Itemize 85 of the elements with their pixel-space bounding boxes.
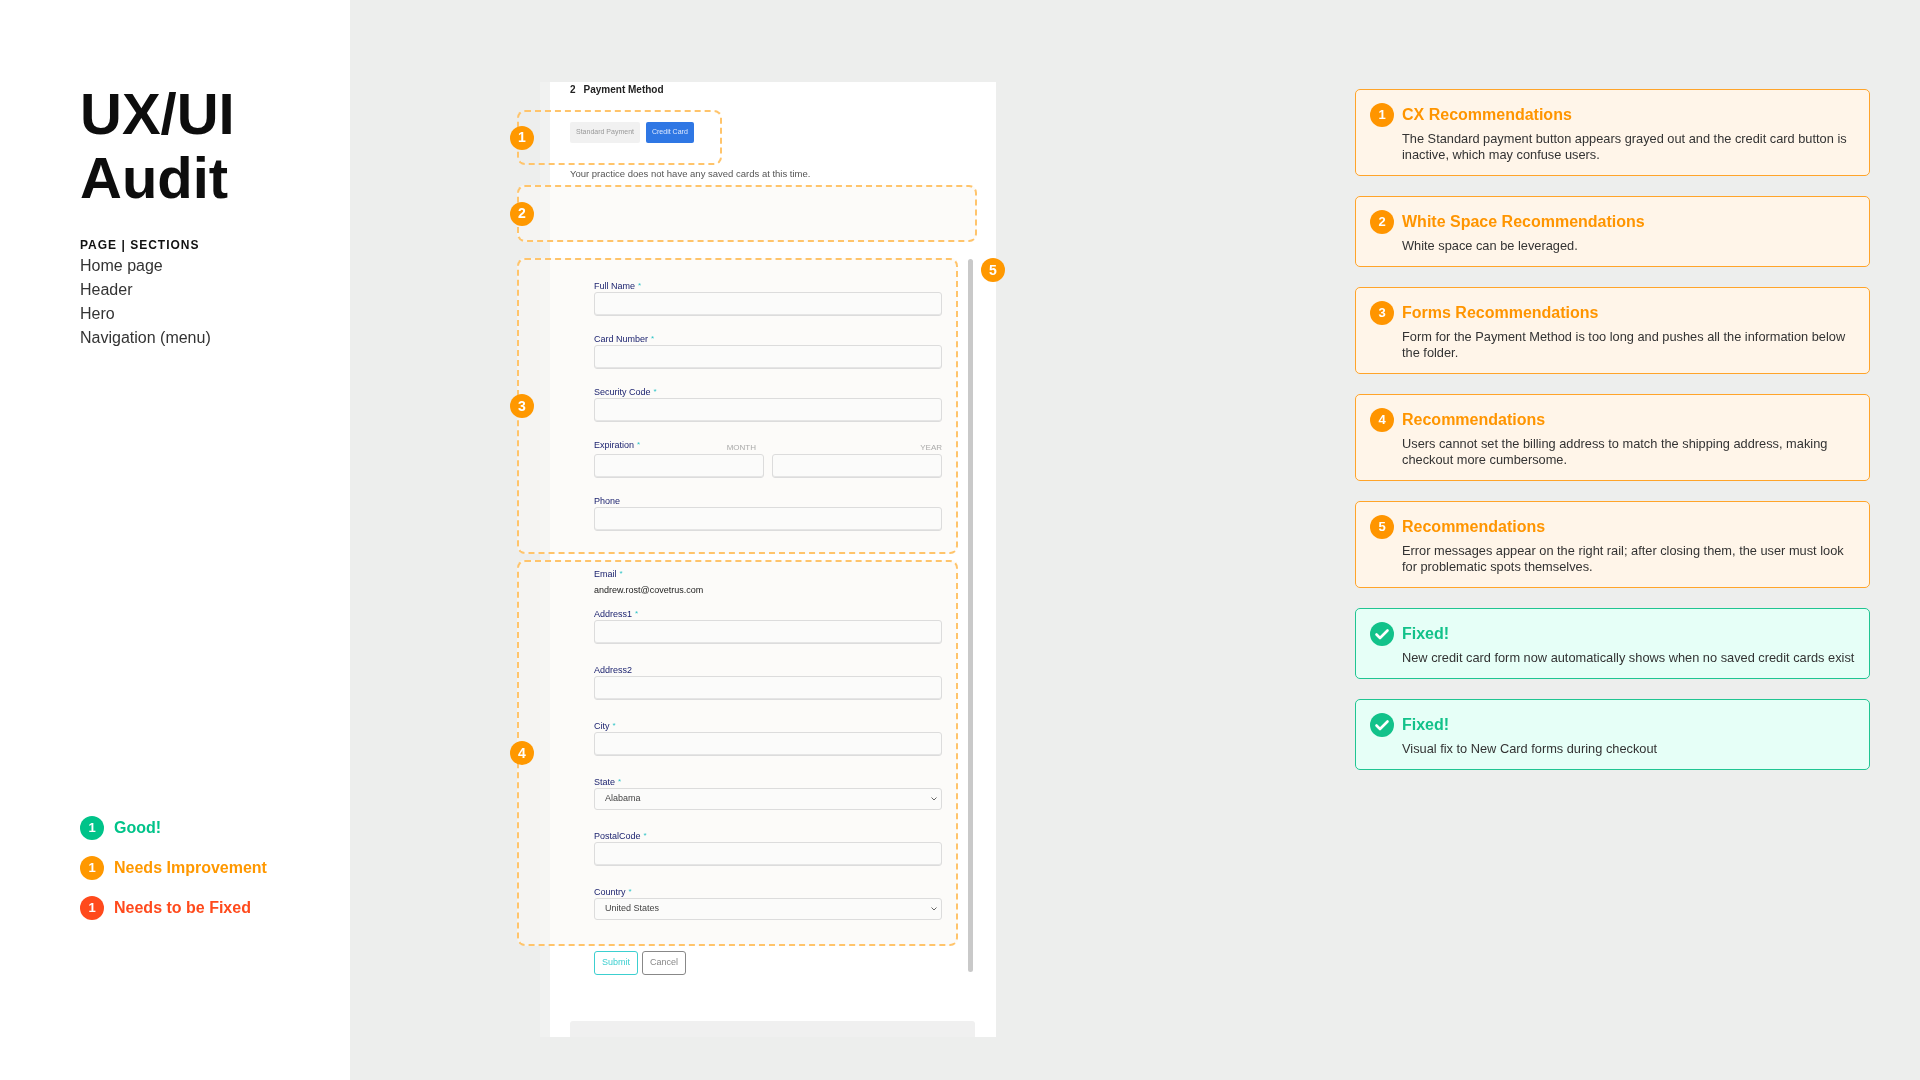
section-item: Home page	[80, 256, 164, 276]
marker-badge: 2	[510, 201, 534, 226]
input-field[interactable]	[594, 507, 942, 532]
check-icon	[1370, 713, 1394, 737]
field-label: Address1	[594, 607, 633, 620]
cancel-button[interactable]: Cancel	[642, 950, 687, 975]
marker-badge: 3	[510, 394, 534, 419]
card-text: White space can be leveraged.	[1402, 238, 1579, 254]
card-text: Visual fix to New Card forms during checkout	[1402, 741, 1659, 757]
page-title: UX/UI Audit	[80, 82, 236, 210]
required-mark: *	[643, 829, 647, 842]
required-mark: *	[638, 280, 642, 293]
field-label: Address2	[594, 663, 633, 676]
number-badge: 4	[1370, 408, 1394, 432]
field-label: State	[594, 775, 615, 788]
required-mark: *	[653, 386, 657, 399]
select-value: United States	[605, 902, 660, 915]
card-title: Fixed!	[1402, 624, 1450, 644]
card-text: The Standard payment button appears grayed out and the credit card button is inactive, which may confuse users.	[1402, 131, 1848, 163]
input-field[interactable]	[594, 292, 942, 317]
marker-badge: 4	[510, 741, 534, 765]
chevron-icon	[931, 906, 937, 911]
input-field[interactable]	[594, 398, 942, 423]
section-item: Hero	[80, 304, 116, 324]
chevron-icon	[931, 796, 937, 801]
select-field[interactable]: United States	[594, 897, 942, 920]
marker-badge: 1	[510, 125, 534, 150]
year-field[interactable]	[772, 454, 942, 479]
step-title: Payment Method	[583, 83, 664, 97]
card-text: New credit card form now automatically shows when no saved credit cards exist	[1402, 650, 1855, 666]
legend-label: Needs to be Fixed	[114, 898, 251, 918]
card-title: Fixed!	[1402, 715, 1450, 735]
field-label: Email	[594, 568, 617, 581]
legend-label: Needs Improvement	[114, 858, 267, 878]
input-field[interactable]	[594, 731, 942, 756]
scrollbar[interactable]	[968, 259, 973, 972]
required-mark: *	[619, 568, 623, 581]
field-value: andrew.rost@covetrus.com	[594, 584, 705, 598]
marker-badge: 5	[981, 258, 1005, 282]
number-badge: 5	[1370, 515, 1394, 539]
legend-count: 1	[80, 816, 104, 840]
field-label: Phone	[594, 495, 621, 508]
field-label: Expiration	[594, 439, 635, 452]
input-field[interactable]	[594, 345, 942, 370]
section-item: Header	[80, 280, 134, 300]
required-mark: *	[618, 775, 622, 788]
card-text: Users cannot set the billing address to match the shipping address, making checkout more cumbersome.	[1402, 436, 1829, 468]
notice-text: Your practice does not have any saved cards at this time.	[570, 167, 812, 181]
field-label: Country	[594, 885, 626, 898]
field-label: Security Code	[594, 386, 651, 399]
select-value: Alabama	[605, 792, 641, 805]
field-label: PostalCode	[594, 829, 641, 842]
field-label: City	[594, 719, 610, 732]
field-label: Full Name	[594, 280, 635, 293]
card-title: Recommendations	[1402, 517, 1546, 537]
input-field[interactable]	[594, 619, 942, 644]
required-mark: *	[637, 439, 641, 452]
card-title: White Space Recommendations	[1402, 212, 1645, 232]
card-title: Forms Recommendations	[1402, 303, 1599, 323]
card-title: CX Recommendations	[1402, 105, 1572, 125]
step-number: 2	[570, 83, 576, 97]
required-mark: *	[635, 607, 639, 620]
number-badge: 2	[1370, 210, 1394, 234]
sub-label: MONTH	[726, 442, 756, 455]
field-label: Card Number	[594, 333, 649, 346]
number-badge: 3	[1370, 301, 1394, 325]
select-field[interactable]: Alabama	[594, 787, 942, 810]
required-mark: *	[612, 719, 616, 732]
card-title: Recommendations	[1402, 410, 1546, 430]
section-item: Navigation (menu)	[80, 328, 212, 348]
submit-button[interactable]: Submit	[594, 950, 638, 975]
number-badge: 1	[1370, 103, 1394, 127]
legend-count: 1	[80, 856, 104, 880]
card-text: Form for the Payment Method is too long and pushes all the information below the folder.	[1402, 329, 1847, 361]
legend-count: 1	[80, 896, 104, 920]
month-field[interactable]	[594, 454, 764, 479]
input-field[interactable]	[594, 841, 942, 866]
input-field[interactable]	[594, 675, 942, 700]
required-mark: *	[651, 333, 655, 346]
check-icon	[1370, 622, 1394, 646]
required-mark: *	[628, 885, 632, 898]
sub-label: YEAR	[920, 442, 942, 455]
legend-label: Good!	[114, 818, 162, 838]
card-text: Error messages appear on the right rail; after closing them, the user must look for problematic spots themselves.	[1402, 543, 1845, 575]
section-heading: PAGE | SECTIONS	[80, 237, 201, 254]
